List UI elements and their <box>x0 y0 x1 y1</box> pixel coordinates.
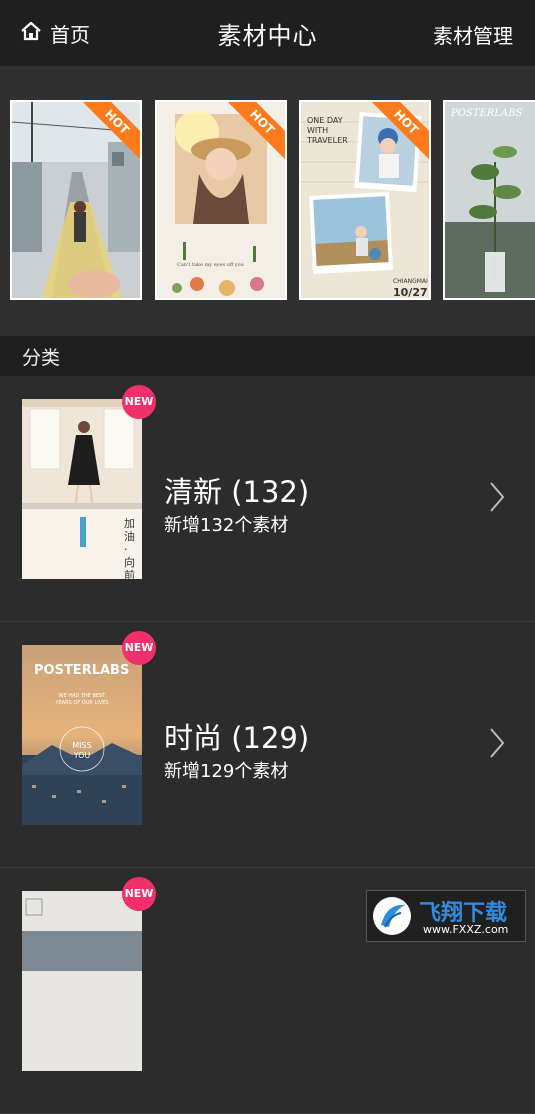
section-label: 分类 <box>22 346 61 369</box>
featured-item[interactable]: HOT <box>10 100 142 300</box>
featured-headline: ONE DAY WITH TRAVELER <box>307 116 348 145</box>
cover-brand: POSTERLABS <box>34 663 130 678</box>
watermark-logo: 飞翔下载 www.FXXZ.com <box>366 890 526 942</box>
category-name: 清新 (132) <box>164 475 310 509</box>
featured-item[interactable]: Can't take my eyes off you HOT <box>155 100 287 300</box>
category-cover: POSTERLABS WE HAD THE BEST YEARS OF OUR … <box>22 631 156 825</box>
featured-item[interactable]: POSTERLABS <box>443 100 535 300</box>
watermark-url: www.FXXZ.com <box>423 923 509 936</box>
category-cover: 加油·向前衝 NEW <box>22 385 156 579</box>
new-badge: NEW <box>122 385 156 419</box>
cover-miss: MISS YOU <box>72 741 92 760</box>
featured-item[interactable]: ONE DAY WITH TRAVELER CHIANGMAI 10/27 HO… <box>299 100 431 300</box>
new-badge: NEW <box>122 631 156 665</box>
category-name: 时尚 (129) <box>164 721 310 755</box>
featured-date: 10/27 <box>393 286 428 299</box>
watermark-icon <box>373 897 411 935</box>
cover-text: WE HAD THE BEST YEARS OF OUR LIVES <box>55 693 109 706</box>
featured-carousel[interactable]: HOT Can't take my eyes off you HOT ONE D… <box>0 66 535 336</box>
new-badge: NEW <box>122 877 156 911</box>
category-subtitle: 新增132个素材 <box>164 515 289 536</box>
category-subtitle: 新增129个素材 <box>164 761 289 782</box>
category-section-header: 分类 <box>0 336 535 376</box>
featured-script: POSTERLABS <box>451 108 523 119</box>
featured-caption: Can't take my eyes off you <box>177 262 244 268</box>
material-manage-button[interactable]: 素材管理 <box>433 20 513 49</box>
category-cover: NEW <box>22 877 156 1071</box>
top-bar: 首页 素材中心 素材管理 <box>0 0 535 66</box>
cover-text: 加油·向前衝 <box>124 517 135 579</box>
chevron-right-icon <box>489 727 505 763</box>
featured-place: CHIANGMAI <box>393 278 428 285</box>
category-item-fashion[interactable]: POSTERLABS WE HAD THE BEST YEARS OF OUR … <box>0 623 535 868</box>
chevron-right-icon <box>489 481 505 517</box>
category-item-fresh[interactable]: 加油·向前衝 NEW 清新 (132) 新增132个素材 <box>0 377 535 622</box>
